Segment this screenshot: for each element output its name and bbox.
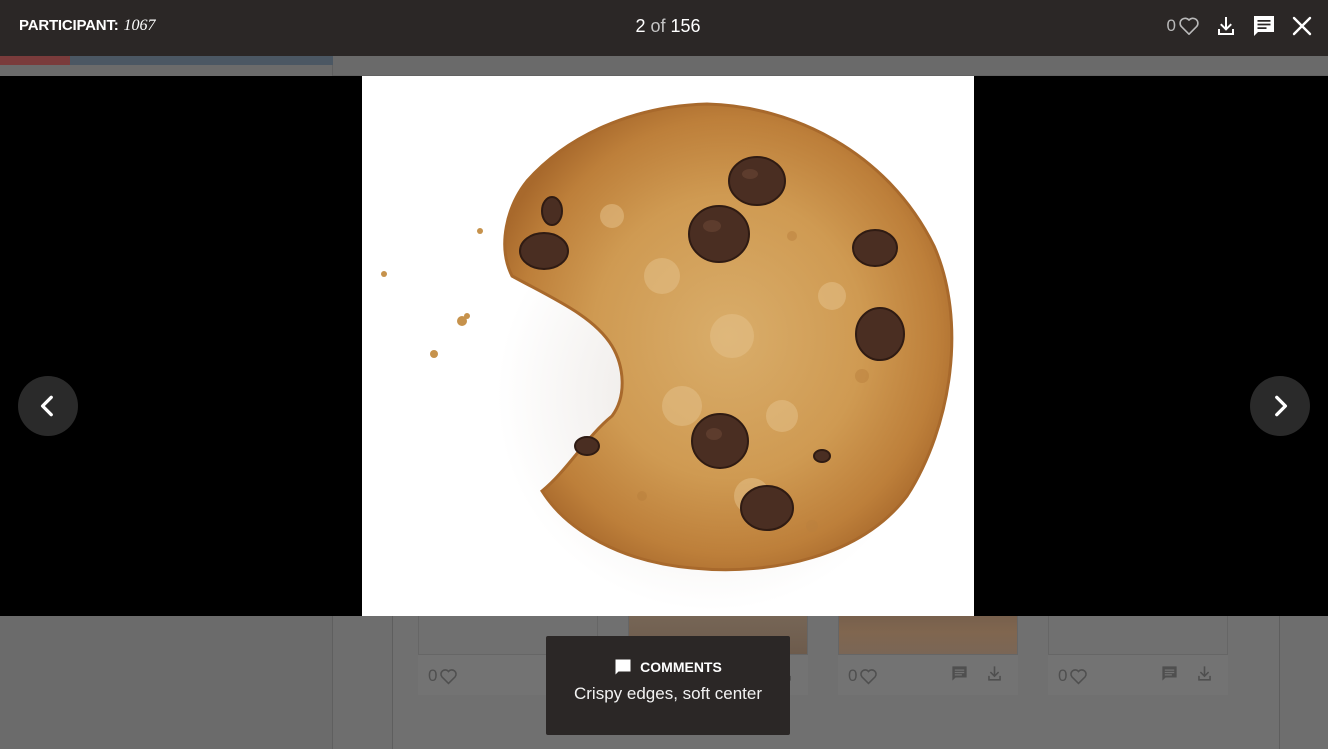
background-card-like-count: 0 xyxy=(1058,666,1068,685)
download-button[interactable] xyxy=(1214,14,1238,38)
download-icon xyxy=(1198,666,1211,681)
close-button[interactable] xyxy=(1290,14,1314,38)
previous-button[interactable] xyxy=(18,376,78,436)
comments-header: COMMENTS xyxy=(546,658,790,676)
image-stage xyxy=(0,76,1328,616)
heart-icon xyxy=(1070,668,1088,685)
comment-icon xyxy=(1254,16,1274,36)
chevron-left-icon xyxy=(40,395,53,417)
main-photo xyxy=(362,76,974,616)
cookie-image xyxy=(362,76,974,616)
chevron-right-icon xyxy=(1275,395,1288,417)
background-banner-accent xyxy=(0,56,70,65)
background-toolbar xyxy=(333,56,1328,76)
header-actions: 0 xyxy=(1167,14,1314,38)
current-index: 2 xyxy=(635,16,646,36)
like-button[interactable]: 0 xyxy=(1167,16,1200,36)
comments-panel: COMMENTS Crispy edges, soft center xyxy=(546,636,790,735)
like-count: 0 xyxy=(1166,16,1176,35)
comment-text: Crispy edges, soft center xyxy=(573,684,763,703)
background-card-likes: 0 xyxy=(428,666,458,686)
counter-separator: of xyxy=(650,16,666,36)
background-card-like-count: 0 xyxy=(848,666,858,685)
lightbox-header: PARTICIPANT: 1067 2 of 156 0 xyxy=(0,0,1328,56)
heart-icon xyxy=(860,668,878,685)
heart-icon xyxy=(440,668,458,685)
comments-title: COMMENTS xyxy=(640,659,722,675)
comment-icon xyxy=(1162,666,1177,681)
comment-icon xyxy=(952,666,967,681)
background-card-actions xyxy=(1160,664,1214,683)
background-card-actions xyxy=(950,664,1004,683)
image-counter: 2 of 156 xyxy=(0,16,1328,37)
download-icon xyxy=(988,666,1001,681)
total-count: 156 xyxy=(670,16,701,36)
next-button[interactable] xyxy=(1250,376,1310,436)
background-card-like-count: 0 xyxy=(428,666,438,685)
background-card-likes: 0 xyxy=(1058,666,1088,686)
download-icon xyxy=(1218,17,1234,35)
background-card-likes: 0 xyxy=(848,666,878,686)
heart-icon xyxy=(1179,17,1199,35)
close-icon xyxy=(1292,16,1312,36)
comment-icon xyxy=(615,659,631,675)
comments-button[interactable] xyxy=(1252,14,1276,38)
